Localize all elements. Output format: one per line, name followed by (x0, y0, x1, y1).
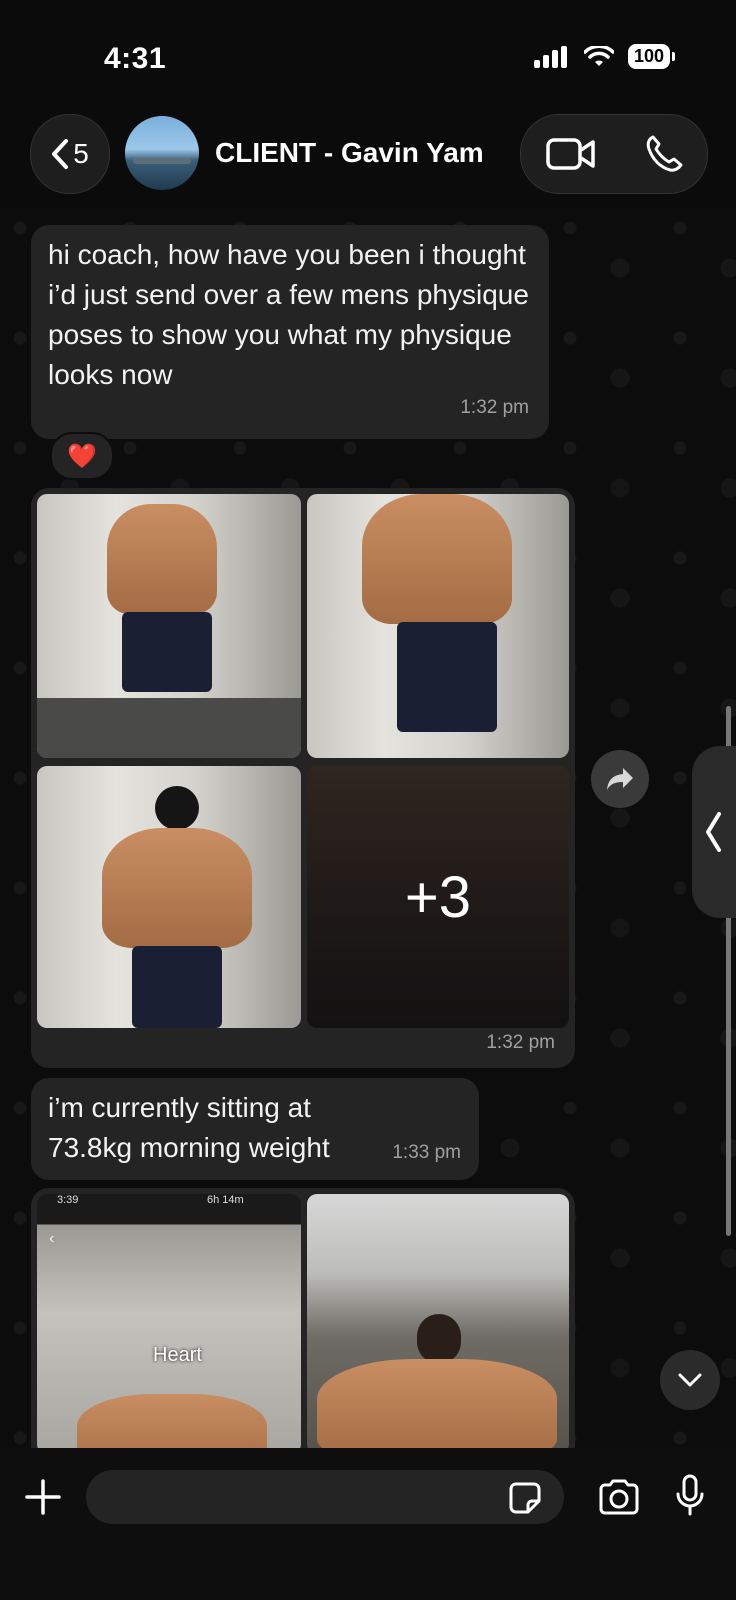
forward-button[interactable] (591, 750, 649, 808)
contact-avatar[interactable] (125, 116, 199, 190)
camera-icon (599, 1479, 639, 1515)
contact-name[interactable]: CLIENT - Gavin Yam (215, 137, 484, 169)
scroll-to-bottom-button[interactable] (660, 1350, 720, 1410)
photo-overlay-back: ‹ (49, 1230, 55, 1247)
photo-subject (122, 612, 212, 692)
photo-subject (77, 1394, 267, 1448)
photo-subject (397, 622, 497, 732)
wifi-icon (583, 45, 614, 66)
chevron-down-icon (678, 1373, 702, 1387)
message-bubble[interactable]: hi coach, how have you been i thought i’… (31, 225, 549, 439)
photo-thumbnail[interactable] (307, 494, 569, 758)
back-button[interactable]: 5 (30, 114, 110, 194)
photo-subject (317, 1359, 557, 1448)
forward-arrow-icon (607, 768, 633, 790)
photo-thumbnail-more[interactable]: +3 (307, 766, 569, 1028)
message-text: hi coach, how have you been i thought i’… (48, 239, 529, 390)
microphone-button[interactable] (670, 1472, 710, 1520)
photo-overlay-time: 3:39 (57, 1194, 79, 1206)
message-bubble[interactable]: i’m currently sitting at 73.8kg morning … (31, 1078, 479, 1180)
message-text: i’m currently sitting at 73.8kg morning … (48, 1092, 330, 1163)
chevron-left-icon (52, 139, 69, 169)
photo-subject (417, 1314, 461, 1364)
heart-reaction[interactable]: ❤️ (50, 432, 114, 480)
call-actions (520, 114, 708, 194)
photo-thumbnail[interactable] (37, 494, 301, 758)
photo-subject (155, 786, 199, 830)
battery-indicator: 100 (627, 44, 676, 69)
message-input[interactable] (86, 1470, 564, 1524)
chevron-left-icon (706, 812, 721, 852)
message-time: 1:32 pm (460, 397, 529, 418)
status-icons: 100 (533, 44, 676, 69)
unread-count: 5 (73, 138, 89, 169)
status-time: 4:31 (104, 42, 167, 75)
photo-album[interactable]: 3:39 6h 14m ‹ Heart (31, 1188, 575, 1448)
attach-button[interactable] (22, 1476, 64, 1518)
signal-icon (533, 45, 567, 68)
photo-caption: Heart (153, 1344, 202, 1366)
phone-icon[interactable] (644, 134, 684, 174)
microphone-icon (676, 1474, 704, 1516)
more-photos-count: +3 (307, 766, 569, 1028)
photo-floor (37, 698, 301, 758)
side-panel-handle[interactable] (692, 746, 736, 918)
sticker-button[interactable] (506, 1479, 544, 1517)
video-camera-icon[interactable] (545, 136, 597, 172)
message-time: 1:32 pm (486, 1032, 555, 1053)
photo-subject (132, 946, 222, 1028)
photo-subject (107, 504, 217, 614)
photo-thumbnail[interactable] (307, 1194, 569, 1448)
message-time: 1:33 pm (392, 1142, 461, 1163)
photo-subject (102, 828, 252, 948)
photo-overlay-timer: 6h 14m (207, 1194, 244, 1206)
photo-thumbnail[interactable] (37, 766, 301, 1028)
photo-album[interactable]: +3 1:32 pm (31, 488, 575, 1068)
photo-thumbnail[interactable]: 3:39 6h 14m ‹ Heart (37, 1194, 301, 1448)
photo-subject (362, 494, 512, 624)
camera-button[interactable] (596, 1476, 642, 1518)
plus-icon (25, 1479, 61, 1515)
sticker-icon (509, 1482, 541, 1514)
